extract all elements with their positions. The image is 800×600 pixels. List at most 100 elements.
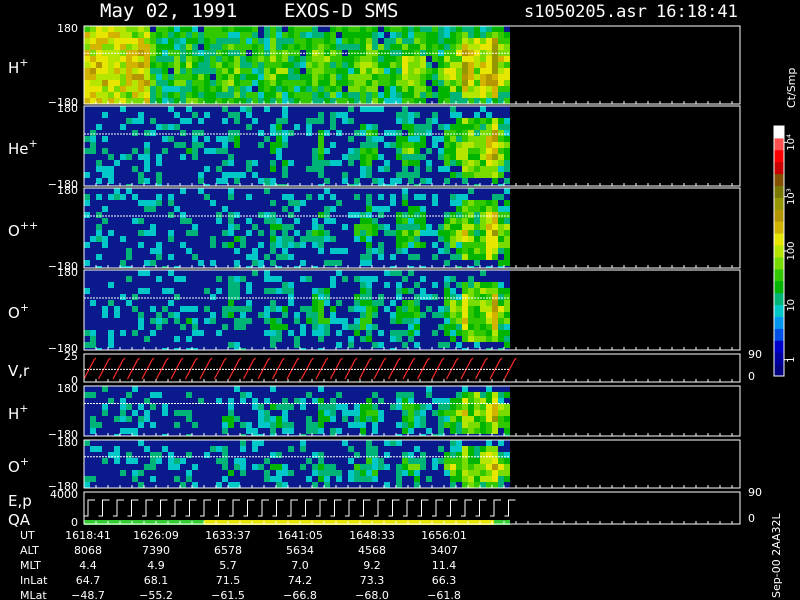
spectro-cell — [120, 62, 126, 68]
spectro-cell — [474, 254, 480, 260]
spectro-cell — [192, 92, 198, 98]
spectro-cell — [396, 464, 402, 470]
spectro-cell — [456, 172, 462, 178]
spectro-cell — [270, 74, 276, 80]
spectro-cell — [504, 404, 510, 410]
spectro-cell — [162, 56, 168, 62]
spectro-cell — [414, 410, 420, 416]
spectro-cell — [186, 118, 192, 124]
spectro-cell — [414, 38, 420, 44]
spectro-cell — [270, 200, 276, 206]
spectro-cell — [282, 112, 288, 118]
spectro-cell — [336, 26, 342, 32]
spectro-cell — [486, 218, 492, 224]
spectro-cell — [456, 86, 462, 92]
spectro-cell — [504, 336, 510, 342]
spectro-cell — [156, 32, 162, 38]
spectro-cell — [264, 106, 270, 112]
spectro-cell — [330, 282, 336, 288]
spectro-cell — [486, 242, 492, 248]
ytick-top-o-plus-plus: 180 — [57, 184, 78, 197]
spectro-cell — [414, 458, 420, 464]
spectro-cell — [450, 276, 456, 282]
spectro-cell — [480, 130, 486, 136]
spectro-cell — [294, 218, 300, 224]
spectro-cell — [480, 124, 486, 130]
spectro-cell — [354, 32, 360, 38]
spectro-cell — [486, 306, 492, 312]
spectro-cell — [138, 62, 144, 68]
spectro-cell — [486, 172, 492, 178]
spectro-cell — [288, 224, 294, 230]
spectro-cell — [102, 166, 108, 172]
spectro-cell — [240, 68, 246, 74]
spectro-cell — [276, 422, 282, 428]
spectro-cell — [144, 160, 150, 166]
spectro-cell — [228, 98, 234, 104]
spectro-cell — [108, 178, 114, 184]
spectro-cell — [390, 270, 396, 276]
spectro-cell — [468, 166, 474, 172]
spectro-cell — [90, 62, 96, 68]
spectro-cell — [174, 318, 180, 324]
spectro-cell — [330, 124, 336, 130]
spectro-cell — [348, 342, 354, 348]
colorbar-tick-label: 1 — [786, 356, 797, 362]
spectro-cell — [168, 194, 174, 200]
spectro-cell — [132, 62, 138, 68]
spectro-cell — [462, 300, 468, 306]
spectro-cell — [114, 68, 120, 74]
spectro-cell — [84, 56, 90, 62]
spectro-cell — [114, 86, 120, 92]
spectro-cell — [372, 62, 378, 68]
spectro-cell — [216, 62, 222, 68]
spectro-cell — [474, 124, 480, 130]
spectro-cell — [486, 330, 492, 336]
spectro-cell — [102, 32, 108, 38]
spectro-cell — [360, 80, 366, 86]
spectro-cell — [420, 464, 426, 470]
ephemeris-cell: 5634 — [286, 544, 314, 557]
spectro-cell — [402, 416, 408, 422]
spectro-cell — [168, 288, 174, 294]
spectro-cell — [354, 26, 360, 32]
spectro-cell — [246, 74, 252, 80]
spectro-cell — [450, 428, 456, 434]
ytick-top-he-plus: 180 — [57, 102, 78, 115]
spectro-cell — [360, 32, 366, 38]
spectro-cell — [486, 458, 492, 464]
spectro-cell — [120, 428, 126, 434]
spectro-cell — [504, 312, 510, 318]
spectro-cell — [456, 440, 462, 446]
spectro-cell — [288, 98, 294, 104]
spectro-cell — [456, 312, 462, 318]
spectro-cell — [288, 130, 294, 136]
spectro-cell — [408, 98, 414, 104]
spectro-cell — [354, 300, 360, 306]
ephemeris-row-label: MLat — [20, 589, 47, 600]
spectro-cell — [96, 80, 102, 86]
spectro-cell — [402, 62, 408, 68]
spectro-cell — [468, 288, 474, 294]
spectro-cell — [102, 236, 108, 242]
spectro-cell — [210, 148, 216, 154]
spectro-cell — [372, 136, 378, 142]
spectro-cell — [408, 470, 414, 476]
spectro-cell — [408, 172, 414, 178]
spectro-cell — [222, 422, 228, 428]
spectro-cell — [468, 476, 474, 482]
spectro-cell — [354, 236, 360, 242]
spectro-cell — [480, 410, 486, 416]
spectro-cell — [420, 230, 426, 236]
spectro-cell — [450, 142, 456, 148]
spectro-cell — [174, 124, 180, 130]
spectro-cell — [210, 32, 216, 38]
spectro-cell — [192, 136, 198, 142]
spectro-cell — [360, 172, 366, 178]
spectro-cell — [468, 136, 474, 142]
spectro-cell — [378, 44, 384, 50]
spectro-cell — [504, 136, 510, 142]
spectro-cell — [282, 166, 288, 172]
spectro-cell — [90, 142, 96, 148]
ephemeris-cell: 71.5 — [216, 574, 241, 587]
